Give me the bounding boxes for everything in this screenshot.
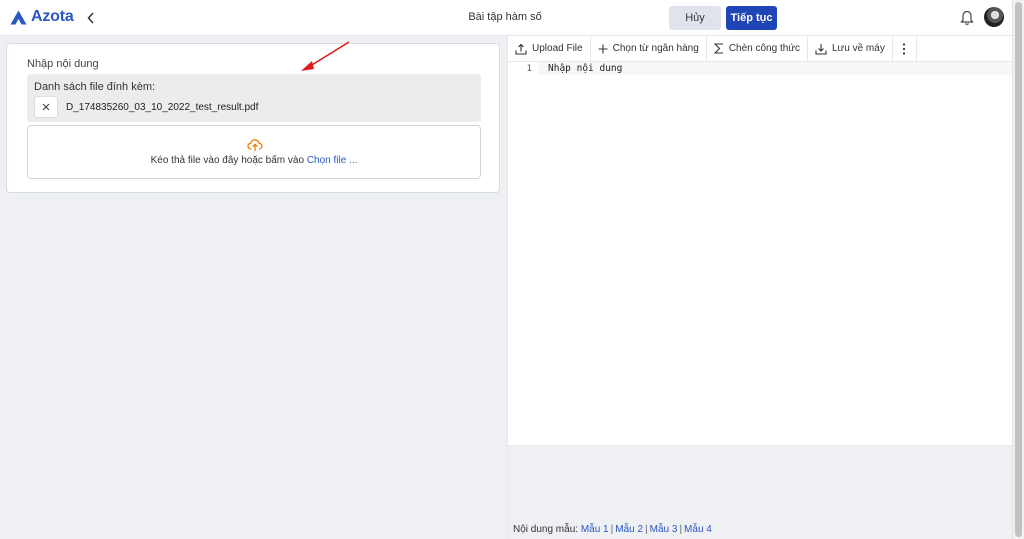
sample-content-bar: Nội dung mẫu: Mẫu 1 | Mẫu 2 | Mẫu 3 | Mẫu 4 — [513, 524, 712, 535]
content-input-card: Nhập nội dung Danh sách file đính kèm: D… — [6, 43, 500, 193]
insert-formula-button[interactable]: Chèn công thức — [707, 35, 808, 62]
back-button[interactable] — [84, 9, 98, 27]
remove-file-button[interactable] — [34, 96, 58, 118]
line-number-gutter: 1 — [508, 62, 538, 445]
choose-from-bank-label: Chọn từ ngân hàng — [612, 43, 699, 54]
logo-text: Azota — [31, 8, 74, 25]
sample-content-label: Nội dung mẫu: — [513, 524, 579, 535]
continue-button[interactable]: Tiếp tục — [726, 6, 777, 30]
download-icon — [815, 43, 827, 55]
editor-panel: Upload File Chọn từ ngân hàng Chèn công … — [507, 35, 1013, 539]
attached-file-name: D_174835260_03_10_2022_test_result.pdf — [66, 101, 259, 113]
page-scrollbar[interactable] — [1012, 0, 1024, 539]
line-number: 1 — [526, 64, 532, 74]
notification-button[interactable] — [960, 10, 974, 26]
insert-formula-label: Chèn công thức — [728, 43, 800, 54]
attachment-list: Danh sách file đính kèm: D_174835260_03_… — [27, 74, 481, 122]
code-editor[interactable]: 1 Nhập nội dung — [508, 62, 1013, 446]
choose-file-link[interactable]: Chọn file ... — [307, 155, 358, 166]
attachment-list-title: Danh sách file đính kèm: — [34, 81, 156, 93]
editor-toolbar: Upload File Chọn từ ngân hàng Chèn công … — [508, 35, 1013, 62]
editor-placeholder: Nhập nội dung — [548, 63, 623, 74]
annotation-arrow-icon — [301, 41, 350, 71]
close-icon — [42, 103, 50, 111]
file-dropzone[interactable]: Kéo thả file vào đây hoặc bấm vào Chọn f… — [27, 125, 481, 179]
chevron-left-icon — [87, 12, 94, 24]
sigma-icon — [713, 43, 723, 54]
azota-logo[interactable]: Azota — [10, 8, 74, 26]
sample-link-4[interactable]: Mẫu 4 — [684, 524, 712, 535]
dropzone-instruction: Kéo thả file vào đây hoặc bấm vào — [150, 155, 305, 166]
attached-file-item: D_174835260_03_10_2022_test_result.pdf — [34, 96, 258, 118]
sample-link-1[interactable]: Mẫu 1 — [581, 524, 609, 535]
save-to-device-button[interactable]: Lưu về máy — [808, 35, 893, 62]
bell-icon — [960, 10, 974, 25]
save-to-device-label: Lưu về máy — [832, 43, 885, 54]
cloud-upload-icon — [247, 139, 263, 151]
separator: | — [645, 524, 648, 535]
cancel-button[interactable]: Hủy — [669, 6, 721, 30]
separator: | — [679, 524, 683, 535]
more-options-button[interactable] — [893, 35, 917, 62]
upload-file-label: Upload File — [532, 43, 583, 54]
sample-link-2[interactable]: Mẫu 2 — [615, 524, 643, 535]
azota-logo-icon — [10, 10, 27, 24]
upload-icon — [515, 43, 527, 55]
top-header: Azota Bài tập hàm số Hủy Tiếp tục — [0, 0, 1012, 36]
sample-link-3[interactable]: Mẫu 3 — [650, 524, 678, 535]
separator: | — [610, 524, 614, 535]
user-avatar[interactable] — [984, 7, 1004, 27]
dropzone-text: Kéo thả file vào đây hoặc bấm vào Chọn f… — [28, 155, 480, 166]
more-vertical-icon — [903, 42, 906, 55]
upload-file-button[interactable]: Upload File — [508, 35, 591, 62]
plus-icon — [598, 44, 608, 53]
choose-from-bank-button[interactable]: Chọn từ ngân hàng — [591, 35, 707, 62]
page-title: Bài tập hàm số — [468, 11, 542, 23]
content-field-label: Nhập nội dung — [27, 58, 99, 70]
scrollbar-thumb[interactable] — [1015, 2, 1022, 537]
